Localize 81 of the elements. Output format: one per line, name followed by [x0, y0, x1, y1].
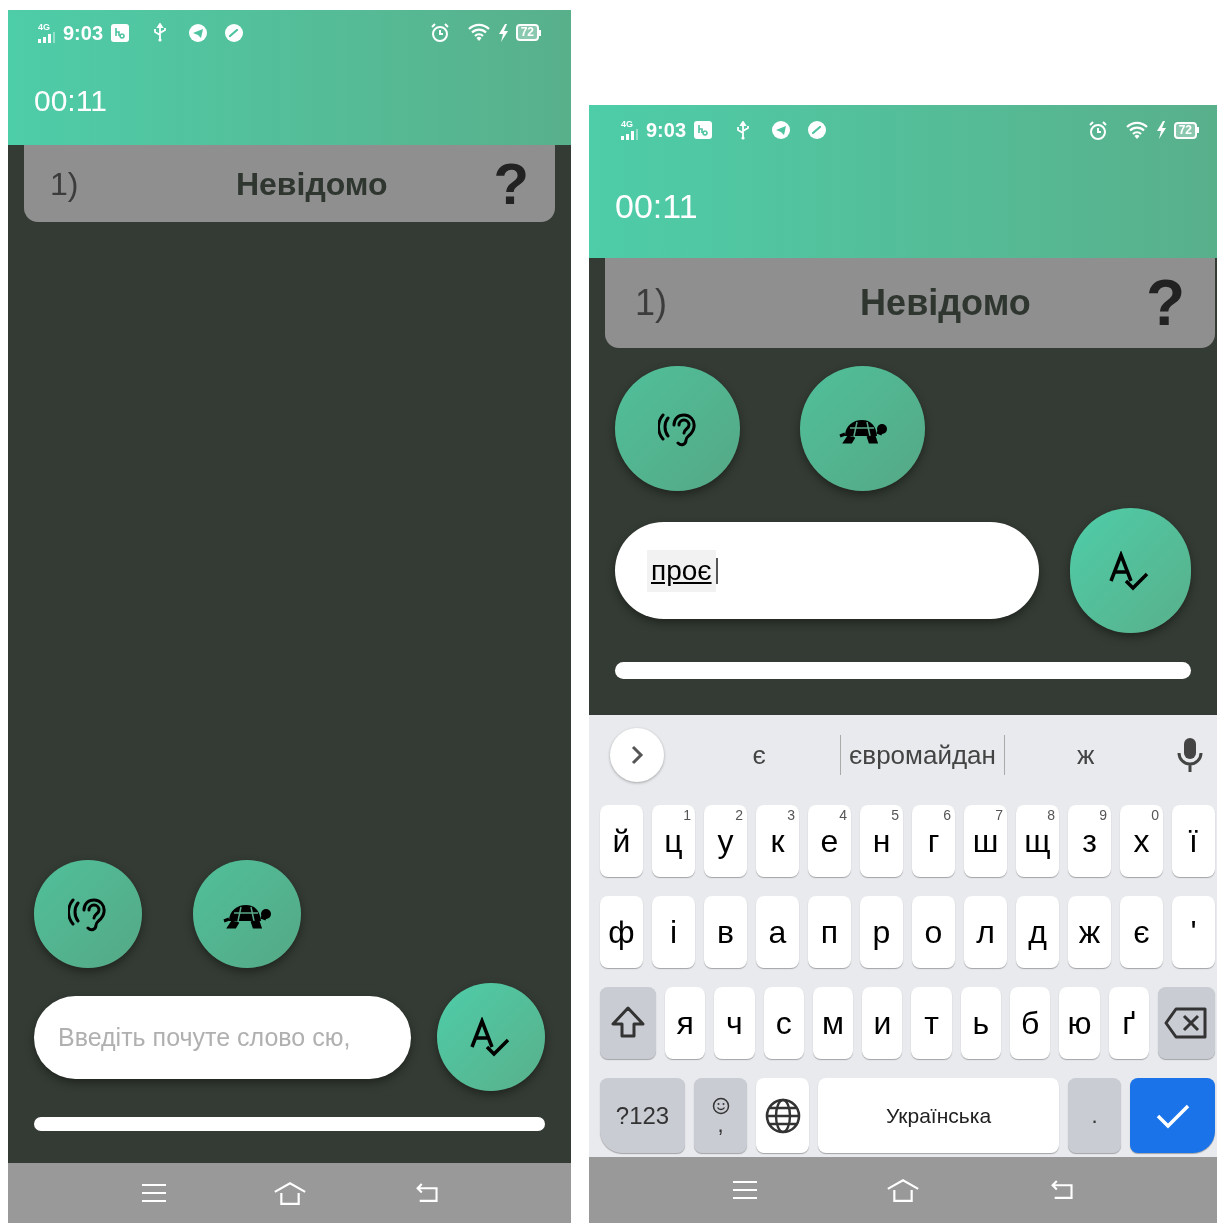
key[interactable]: с — [763, 987, 804, 1059]
key[interactable]: ш 7 — [964, 805, 1007, 877]
suggestion[interactable]: є — [678, 735, 841, 775]
key[interactable]: я — [665, 987, 706, 1059]
key[interactable]: е 4 — [808, 805, 851, 877]
status-time: 9:03 — [646, 118, 687, 143]
language-key[interactable] — [756, 1078, 809, 1153]
question-mark: ? — [493, 150, 529, 218]
key[interactable]: к 3 — [756, 805, 799, 877]
key[interactable]: т — [911, 987, 952, 1059]
check-icon — [1155, 1102, 1190, 1129]
timer: 00:11 — [34, 82, 107, 119]
key[interactable]: ю — [1059, 987, 1100, 1059]
key[interactable]: м — [812, 987, 854, 1059]
key[interactable]: ж — [1068, 896, 1111, 968]
wifi-icon — [467, 23, 490, 42]
key[interactable]: ц 1 — [652, 805, 695, 877]
symbols-key[interactable]: ?123 — [600, 1078, 685, 1153]
key[interactable]: а — [756, 896, 799, 968]
microphone-icon[interactable] — [1177, 737, 1203, 773]
key[interactable]: п — [808, 896, 851, 968]
word-number: 1) — [635, 281, 668, 325]
key[interactable]: ь — [960, 987, 1002, 1059]
key[interactable]: х 0 — [1120, 805, 1163, 877]
word-label: Невідомо — [859, 281, 1032, 325]
shift-key[interactable] — [600, 987, 656, 1059]
enter-key[interactable] — [1130, 1078, 1215, 1153]
alarm-icon — [429, 23, 450, 42]
period-key[interactable]: . — [1068, 1078, 1121, 1153]
key[interactable]: л — [964, 896, 1007, 968]
home-icon[interactable] — [885, 1177, 921, 1203]
key[interactable]: р — [860, 896, 903, 968]
timer: 00:11 — [615, 186, 698, 227]
status-time: 9:03 — [63, 20, 104, 46]
space-key[interactable]: Українська — [818, 1078, 1059, 1153]
globe-icon — [763, 1096, 802, 1135]
telegram-icon — [772, 121, 791, 139]
menu-icon[interactable] — [732, 1181, 759, 1199]
signal-icon — [621, 129, 638, 140]
word-number: 1) — [50, 164, 80, 204]
suggestion[interactable]: ж — [1004, 735, 1167, 775]
key[interactable]: о — [912, 896, 955, 968]
smiley-icon — [711, 1096, 730, 1115]
battery-indicator: 72 — [1173, 121, 1197, 139]
key[interactable]: ґ — [1108, 987, 1149, 1059]
backspace-key[interactable] — [1157, 987, 1215, 1059]
chevron-right-icon — [630, 744, 644, 766]
wifi-icon — [1125, 120, 1148, 140]
bolt-icon — [1155, 121, 1166, 139]
key[interactable]: щ 8 — [1016, 805, 1059, 877]
key[interactable]: і — [652, 896, 695, 968]
input-field[interactable]: проє — [615, 522, 1039, 619]
telegram-icon — [189, 23, 208, 42]
key[interactable]: н 5 — [860, 805, 903, 877]
expand-button[interactable] — [610, 728, 664, 782]
key[interactable]: з 9 — [1068, 805, 1111, 877]
battery-indicator: 72 — [515, 24, 539, 41]
key[interactable]: б — [1010, 987, 1051, 1059]
signal-icon — [38, 31, 55, 43]
menu-icon[interactable] — [140, 1184, 167, 1202]
key[interactable]: й — [600, 805, 643, 877]
key[interactable]: ї — [1172, 805, 1215, 877]
key[interactable]: ' — [1172, 896, 1215, 968]
word-label: Невідомо — [234, 164, 389, 204]
key[interactable]: є — [1120, 896, 1163, 968]
question-mark: ? — [1145, 266, 1185, 341]
key[interactable]: д — [1016, 896, 1059, 968]
key[interactable]: ч — [714, 987, 755, 1059]
key[interactable]: в — [704, 896, 747, 968]
key[interactable]: г 6 — [912, 805, 955, 877]
suggestion[interactable]: євромайдан — [841, 735, 1004, 775]
bolt-icon — [497, 23, 508, 42]
network-label: 4G — [38, 22, 50, 32]
key[interactable]: у 2 — [704, 805, 747, 877]
key[interactable]: и — [862, 987, 903, 1059]
backspace-icon — [1164, 1007, 1209, 1039]
alarm-icon — [1087, 120, 1108, 140]
input-field[interactable]: Введіть почуте слово сю, — [34, 995, 411, 1079]
emoji-key[interactable]: , — [694, 1078, 747, 1153]
network-label: 4G — [621, 120, 633, 129]
key[interactable]: ф — [600, 896, 643, 968]
